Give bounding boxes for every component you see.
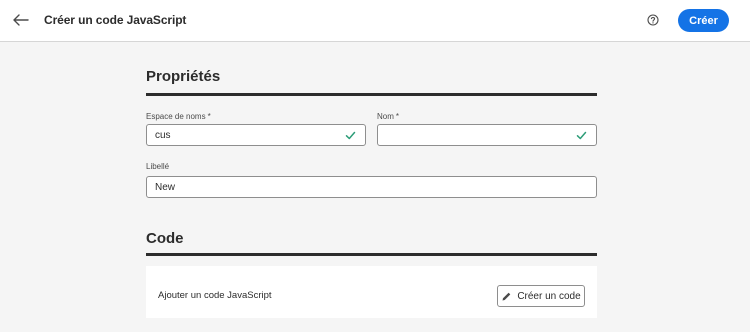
- namespace-label-text: Espace de noms: [146, 112, 206, 121]
- back-button[interactable]: [10, 9, 32, 31]
- page-title: Créer un code JavaScript: [44, 13, 187, 27]
- name-required-mark: *: [395, 112, 400, 121]
- code-panel: Ajouter un code JavaScript Créer un code: [146, 266, 597, 318]
- top-bar: Créer un code JavaScript Créer: [0, 0, 750, 42]
- namespace-required-mark: *: [207, 112, 211, 121]
- arrow-left-icon: [13, 14, 29, 26]
- code-divider: [146, 253, 597, 256]
- libelle-input[interactable]: [155, 180, 574, 194]
- libelle-label: Libellé: [146, 162, 170, 171]
- create-code-label: Créer un code: [517, 290, 581, 302]
- name-field: [377, 124, 597, 146]
- checkmark-icon: [576, 131, 587, 140]
- properties-divider: [146, 93, 597, 96]
- add-code-label: Ajouter un code JavaScript: [158, 290, 272, 301]
- checkmark-icon: [345, 131, 356, 140]
- help-circle-icon: [647, 14, 659, 26]
- code-section-title: Code: [146, 230, 184, 247]
- namespace-field: [146, 124, 366, 146]
- help-button[interactable]: [646, 13, 660, 27]
- name-label: Nom *: [377, 112, 399, 121]
- properties-section-title: Propriétés: [146, 68, 221, 85]
- name-input[interactable]: [386, 128, 574, 142]
- pencil-icon: [502, 292, 511, 300]
- libelle-field: [146, 176, 597, 198]
- create-code-button[interactable]: Créer un code: [497, 285, 585, 307]
- name-label-text: Nom: [377, 112, 394, 121]
- namespace-input[interactable]: [155, 128, 343, 142]
- create-button[interactable]: Créer: [678, 9, 729, 32]
- namespace-label: Espace de noms *: [146, 112, 211, 121]
